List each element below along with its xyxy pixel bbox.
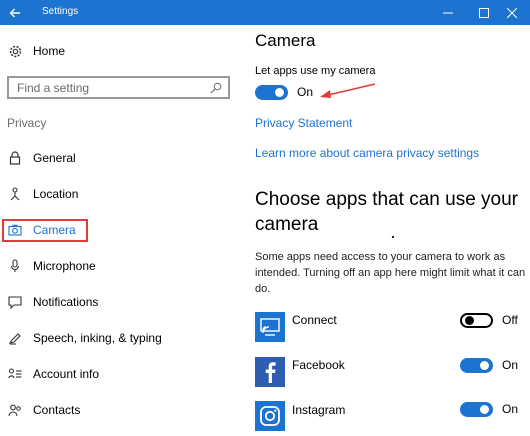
- close-icon: [507, 7, 517, 18]
- search-input[interactable]: Find a setting: [7, 76, 230, 99]
- account-info-icon: [8, 368, 22, 379]
- sidebar: Home Find a setting Privacy General Loca…: [0, 25, 240, 436]
- choose-apps-heading: Choose apps that can use your camera: [255, 189, 519, 235]
- choose-apps-description: Some apps need access to your camera to …: [255, 251, 526, 295]
- notifications-icon: [8, 295, 22, 309]
- lock-icon: [9, 151, 21, 165]
- app-name: Instagram: [292, 403, 346, 417]
- camera-access-state: On: [297, 85, 314, 99]
- sidebar-item-label: Account info: [33, 367, 100, 381]
- learn-more-link[interactable]: Learn more about camera privacy settings: [255, 146, 479, 160]
- sidebar-item-account-info[interactable]: Account info: [8, 365, 99, 383]
- connect-icon: [255, 312, 285, 342]
- sidebar-item-microphone[interactable]: Microphone: [8, 257, 96, 275]
- sidebar-item-label: Speech, inking, & typing: [33, 331, 162, 345]
- back-arrow-icon: [9, 8, 20, 17]
- privacy-statement-link[interactable]: Privacy Statement: [255, 116, 352, 130]
- main-content: Camera Let apps use my camera On Privacy…: [240, 25, 530, 436]
- sidebar-item-label: Contacts: [33, 403, 81, 417]
- sidebar-item-label: Location: [33, 187, 79, 201]
- page-title: Camera: [255, 31, 316, 50]
- minimize-icon: [443, 12, 453, 13]
- sidebar-item-label: General: [33, 151, 76, 165]
- maximize-icon: [479, 7, 489, 18]
- speech-icon: [8, 333, 21, 345]
- gear-icon: [9, 45, 22, 57]
- nav-home-label: Home: [33, 44, 66, 58]
- facebook-toggle[interactable]: [460, 358, 493, 373]
- camera-access-label: Let apps use my camera: [255, 65, 376, 77]
- contacts-icon: [8, 404, 21, 416]
- sidebar-item-label: Notifications: [33, 295, 99, 309]
- instagram-toggle[interactable]: [460, 402, 493, 417]
- location-person-icon: [10, 187, 20, 201]
- stray-dot: [392, 236, 394, 238]
- app-toggle-state: On: [502, 358, 519, 372]
- nav-home[interactable]: Home: [8, 43, 65, 59]
- title-bar: Settings: [0, 0, 530, 25]
- sidebar-item-location[interactable]: Location: [8, 185, 78, 203]
- app-toggle-state: On: [502, 402, 519, 416]
- toggle-knob: [480, 405, 489, 414]
- sidebar-item-speech[interactable]: Speech, inking, & typing: [8, 329, 162, 347]
- app-name: Facebook: [292, 358, 345, 372]
- search-icon: [210, 82, 222, 94]
- sidebar-item-label: Microphone: [33, 259, 96, 273]
- instagram-icon: [255, 401, 285, 431]
- section-label-privacy: Privacy: [7, 116, 47, 130]
- sidebar-item-notifications[interactable]: Notifications: [8, 293, 98, 311]
- sidebar-item-general[interactable]: General: [8, 149, 76, 167]
- minimize-button[interactable]: [430, 0, 466, 25]
- window-title: Settings: [42, 6, 79, 17]
- search-placeholder: Find a setting: [17, 81, 90, 95]
- selection-highlight-box: [2, 219, 88, 242]
- toggle-knob: [465, 316, 474, 325]
- facebook-icon: [255, 357, 285, 387]
- annotation-arrow: [320, 83, 376, 98]
- sidebar-item-contacts[interactable]: Contacts: [8, 401, 80, 419]
- back-button[interactable]: [0, 0, 30, 25]
- camera-access-toggle[interactable]: [255, 85, 288, 100]
- toggle-knob: [275, 88, 284, 97]
- close-button[interactable]: [494, 0, 530, 25]
- app-toggle-state: Off: [502, 313, 518, 327]
- microphone-icon: [10, 259, 20, 272]
- app-name: Connect: [292, 313, 337, 327]
- connect-toggle[interactable]: [460, 313, 493, 328]
- toggle-knob: [480, 361, 489, 370]
